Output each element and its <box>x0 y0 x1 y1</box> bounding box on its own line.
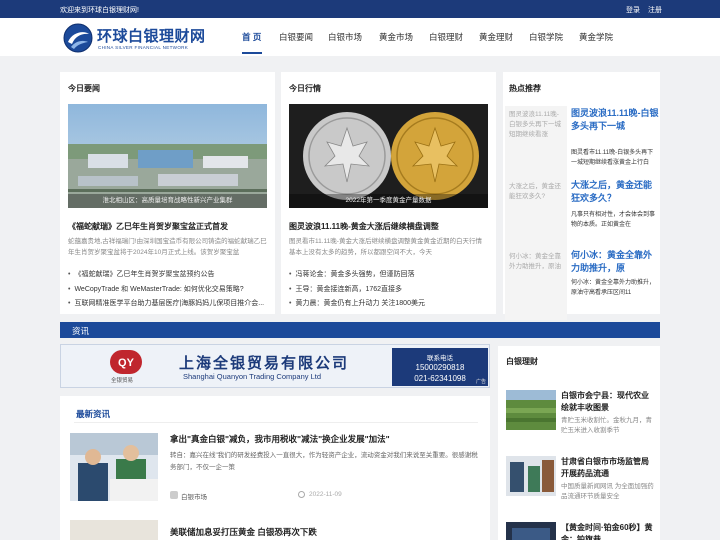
nav-silver-market[interactable]: 白银市场 <box>328 31 362 43</box>
ad-company-name: 上海全银贸易有限公司 <box>179 355 350 372</box>
today-news-card: 今日要闻 淮北相山区：高质量培育战略性新兴产业集群 《福蛇献瑞》乙巳年生肖贺岁聚… <box>60 72 275 314</box>
coins-photo[interactable]: 2022年第一季度黄金产量数据 <box>289 104 488 208</box>
ad-phone-2: 021-62341098 <box>414 374 466 383</box>
register-link[interactable]: 注册 <box>648 5 662 15</box>
nav-gold-academy[interactable]: 黄金学院 <box>579 31 613 43</box>
category-icon <box>170 491 178 499</box>
hot-item-title[interactable]: 何小冰：黄金全靠外力助推升，原 <box>571 249 659 275</box>
section-bar-zixun: 资讯 <box>60 322 660 338</box>
top-bar: 欢迎来到环球白银理财网! 登录 注册 <box>0 0 720 18</box>
latest-news-summary: 转自：嘉兴在线"我们的研发经费投入一直很大，作为轻资产企业，流动资金对我们来说至… <box>170 452 478 471</box>
silver-finance-item-title[interactable]: 【黄金时间·铂金60秒】黄金：铂旗巷 <box>561 522 656 540</box>
hot-item[interactable]: 何小冰：黄金全靠外力助推升，原油 何小冰：黄金全靠外力助推升，原 何小冰：黄金全… <box>505 248 660 320</box>
hot-item[interactable]: 大涨之后，黄金还能狂欢多久? 大涨之后，黄金还能狂欢多久？ 凡事只有相对性，才会… <box>505 178 660 250</box>
today-market-title: 今日行情 <box>289 84 321 93</box>
ad-contact-label: 联系电话 <box>427 355 453 362</box>
hot-item-thumb: 图灵波浪11.11晚-白银多头再下一城短期继续看涨 <box>505 106 567 178</box>
today-news-item[interactable]: 互联网精准医学平台助力基层医疗|海豚妈妈儿保项目推介会... <box>68 298 264 308</box>
latest-news-headline[interactable]: 拿出"真金白银"减负，我市用税收"减法"换企业发展"加法" <box>170 433 390 445</box>
site-header: 环球白银理财网 CHINA SILVER FINANCIAL NETWORK 首… <box>0 18 720 56</box>
ad-phone-1: 15000290818 <box>415 363 465 372</box>
ad-tag: 广告 <box>475 379 486 385</box>
ad-banner[interactable]: QY 全银贸易 上海全银贸易有限公司 Shanghai Quanyon Trad… <box>60 344 490 388</box>
welcome-text: 欢迎来到环球白银理财网! <box>60 7 139 14</box>
latest-news-headline[interactable]: 美联储加息妥打压黄金 白银恐再次下跌 <box>170 526 317 538</box>
hot-item-thumb: 大涨之后，黄金还能狂欢多久? <box>505 178 567 250</box>
today-market-item[interactable]: 冯蒋论金：黄金多头强势，但谨防回落 <box>289 269 414 279</box>
silver-finance-panel: 白银理财 白银市会宁县：现代农业绘就丰收图景 青贮玉米收割忙。金秋九月，青贮玉米… <box>498 346 660 540</box>
hot-item-summary: 图灵看市11.11晚-白银多头再下一城短期继续看涨黄金上行白 <box>571 150 654 166</box>
hot-recommend-title: 热点推荐 <box>509 84 541 93</box>
today-news-item[interactable]: WeCopyTrade 和 WeMasterTrade: 如何优化交易策略? <box>68 284 243 294</box>
hot-item[interactable]: 图灵波浪11.11晚-白银多头再下一城短期继续看涨 图灵波浪11.11晚-白银多… <box>505 106 660 178</box>
silver-finance-item-summary: 青贮玉米收割忙。金秋九月，青贮玉米进入收割季节 <box>561 417 652 434</box>
silver-finance-item-title[interactable]: 甘肃省白银市市场监管局开展药品流通 <box>561 456 656 480</box>
silver-finance-thumb <box>506 456 556 496</box>
today-market-lead[interactable]: 图灵波浪11.11晚-黄金大涨后继续横盘调整 <box>289 221 439 232</box>
site-logo[interactable]: 环球白银理财网 CHINA SILVER FINANCIAL NETWORK <box>62 22 212 54</box>
ad-contact-box: 联系电话 15000290818 021-62341098 <box>392 348 488 386</box>
city-photo-caption: 淮北相山区：高质量培育战略性新兴产业集群 <box>68 194 267 208</box>
logo-title: 环球白银理财网 <box>97 28 206 45</box>
logo-subtitle: CHINA SILVER FINANCIAL NETWORK <box>98 45 189 50</box>
nav-home[interactable]: 首 页 <box>242 31 261 43</box>
divider <box>74 422 478 423</box>
nav-silver-finance[interactable]: 白银理财 <box>429 31 463 43</box>
latest-news-thumb[interactable] <box>70 433 158 501</box>
section-bar-label: 资讯 <box>72 326 90 336</box>
login-link[interactable]: 登录 <box>626 5 640 15</box>
today-market-card: 今日行情 2022年第一季度黄金产量数据 图灵波浪11.11晚-黄金大涨后继续横… <box>281 72 496 314</box>
hot-item-summary: 凡事只有相对性，才会体会到事物的本质。正如黄金在 <box>571 212 656 228</box>
latest-news-panel: 最新资讯 拿出"真金白银"减负，我市用税收"减法"换企业发展"加法" 转自：嘉兴… <box>60 396 490 540</box>
today-news-title: 今日要闻 <box>68 84 100 93</box>
city-photo[interactable]: 淮北相山区：高质量培育战略性新兴产业集群 <box>68 104 267 208</box>
silver-finance-item-summary: 中国质量新闻网讯 为全面加强药品流通环节质量安全 <box>561 483 654 500</box>
hot-item-thumb: 何小冰：黄金全靠外力助推升，原油 <box>505 248 567 320</box>
silver-finance-thumb <box>506 390 556 430</box>
latest-news-title: 最新资讯 <box>76 409 111 419</box>
latest-news-date: 2022-11-09 <box>309 491 342 498</box>
hot-item-title[interactable]: 图灵波浪11.11晚-白银多头再下一城 <box>571 107 659 133</box>
nav-gold-market[interactable]: 黄金市场 <box>379 31 413 43</box>
today-news-summary: 蛇蕴嘉贵地,古祥福瑞门!由深圳国宝造币有限公司铸造的福蛇献瑞乙巳年生肖贺岁聚宝盆… <box>68 238 267 256</box>
today-news-item[interactable]: 《福蛇献瑞》乙巳年生肖贺岁聚宝盆预约公告 <box>68 269 214 279</box>
quanyin-logo-icon: QY <box>110 350 142 374</box>
silver-finance-item-title[interactable]: 白银市会宁县：现代农业绘就丰收图景 <box>561 390 656 414</box>
silver-finance-thumb <box>506 522 556 540</box>
coins-photo-caption: 2022年第一季度黄金产量数据 <box>289 194 488 208</box>
hot-item-title[interactable]: 大涨之后，黄金还能狂欢多久？ <box>571 179 659 205</box>
hot-item-summary: 何小冰：黄金全靠外力助推升，原油守高看承压区间11 <box>571 280 656 296</box>
today-market-summary: 图灵看市11.11晚-黄金大涨后继续横盘调整黄金黄金近期的白天行情基本上没有太多… <box>289 238 482 256</box>
silver-finance-title: 白银理财 <box>506 357 538 366</box>
clock-icon <box>298 491 305 498</box>
svg-text:QY: QY <box>118 357 135 369</box>
nav-active-indicator <box>242 52 262 54</box>
hot-recommend-card: 热点推荐 图灵波浪11.11晚-白银多头再下一城短期继续看涨 图灵波浪11.11… <box>503 72 660 320</box>
nav-gold-finance[interactable]: 黄金理财 <box>479 31 513 43</box>
ad-company-en: Shanghai Quanyon Trading Company Ltd <box>183 372 322 381</box>
nav-silver-news[interactable]: 白银要闻 <box>279 31 313 43</box>
today-news-lead[interactable]: 《福蛇献瑞》乙巳年生肖贺岁聚宝盆正式首发 <box>68 221 228 232</box>
latest-news-thumb[interactable] <box>70 520 158 540</box>
today-market-item[interactable]: 王导：黄金接连新高，1762直接多 <box>289 284 402 294</box>
today-market-item[interactable]: 黄力晨：黄金仍有上升动力 关注1800美元 <box>289 298 425 308</box>
ad-brand: 全银贸易 <box>111 378 134 384</box>
latest-news-category[interactable]: 白银市场 <box>181 491 207 501</box>
globe-logo-icon <box>63 23 93 53</box>
nav-silver-academy[interactable]: 白银学院 <box>529 31 563 43</box>
